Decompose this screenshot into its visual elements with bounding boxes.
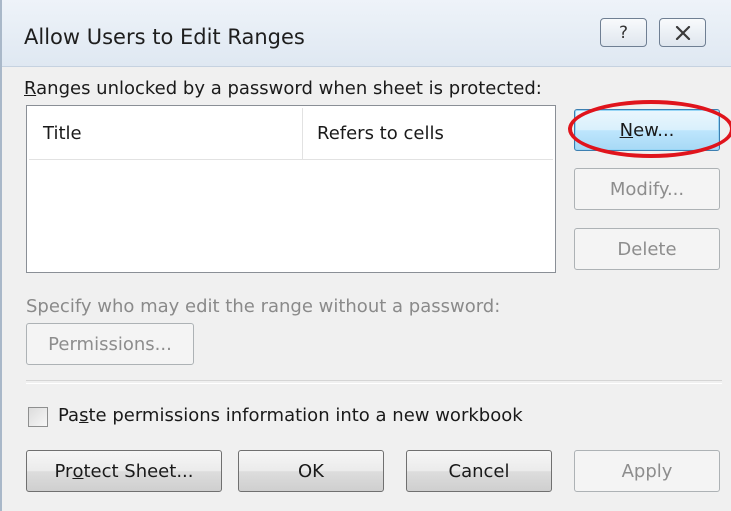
ok-button[interactable]: OK — [238, 450, 384, 492]
paste-label-post: te permissions information into a new wo… — [88, 405, 523, 426]
protect-sheet-button[interactable]: Pr o tect Sheet... — [26, 450, 222, 492]
specify-label: Specify who may edit the range without a… — [26, 296, 501, 317]
separator — [26, 380, 722, 384]
ranges-list[interactable]: Title Refers to cells — [26, 105, 556, 273]
question-mark-icon: ? — [618, 22, 629, 43]
new-button-mnemonic: N — [619, 119, 634, 141]
ranges-label: Ranges unlocked by a password when sheet… — [24, 78, 542, 99]
apply-button[interactable]: Apply — [574, 450, 720, 492]
protect-label-post: tect Sheet... — [83, 460, 194, 482]
protect-label-pre: Pr — [54, 460, 73, 482]
new-button[interactable]: New... — [574, 109, 720, 151]
cancel-button[interactable]: Cancel — [406, 450, 552, 492]
ranges-label-mnemonic: R — [24, 78, 37, 99]
permissions-button[interactable]: Permissions... — [26, 323, 194, 365]
column-header-refers-to-cells[interactable]: Refers to cells — [303, 108, 553, 160]
paste-label-pre: Pa — [58, 405, 80, 426]
new-button-label: ew... — [633, 119, 675, 141]
column-header-title[interactable]: Title — [29, 108, 303, 160]
protect-label-mnemonic: o — [72, 460, 84, 482]
help-button[interactable]: ? — [600, 18, 647, 47]
paste-permissions-label[interactable]: Paste permissions information into a new… — [58, 405, 523, 426]
dialog-title: Allow Users to Edit Ranges — [24, 25, 305, 49]
close-button[interactable] — [659, 18, 706, 47]
allow-users-to-edit-ranges-dialog: Allow Users to Edit Ranges ? Ranges unlo… — [0, 0, 731, 511]
close-icon — [675, 25, 690, 40]
paste-permissions-checkbox[interactable] — [28, 407, 48, 427]
modify-button[interactable]: Modify... — [574, 168, 720, 210]
ranges-label-text: anges unlocked by a password when sheet … — [36, 78, 542, 99]
title-bar: Allow Users to Edit Ranges ? — [2, 0, 731, 67]
delete-button[interactable]: Delete — [574, 228, 720, 270]
